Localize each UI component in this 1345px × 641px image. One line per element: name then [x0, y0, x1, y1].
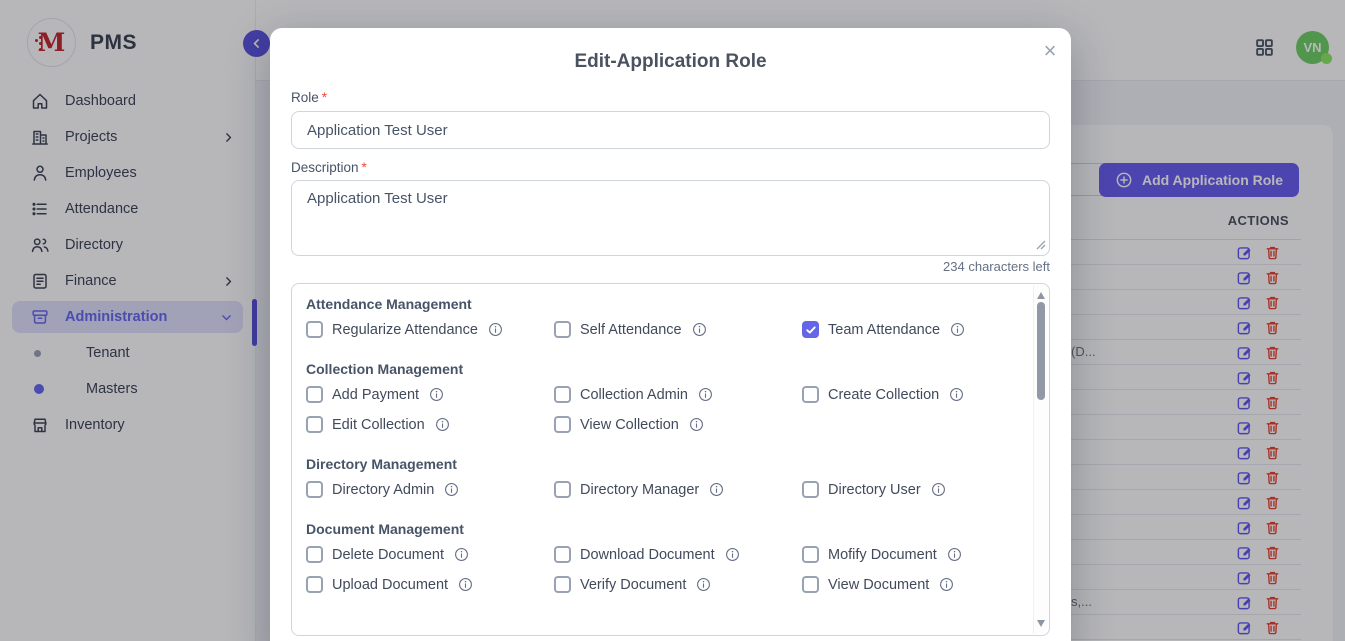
permissions-scrollbar[interactable]	[1033, 285, 1048, 634]
permission-regularize-attendance[interactable]: Regularize Attendance	[306, 321, 554, 338]
required-asterisk: *	[322, 90, 327, 105]
info-icon[interactable]	[698, 387, 713, 402]
info-icon[interactable]	[709, 482, 724, 497]
permission-view-collection[interactable]: View Collection	[554, 416, 802, 433]
checkbox-icon[interactable]	[306, 386, 323, 403]
info-icon[interactable]	[454, 547, 469, 562]
permission-group-attendance-management: Attendance Management Regularize Attenda…	[306, 296, 1019, 338]
info-icon[interactable]	[949, 387, 964, 402]
description-field-label: Description*	[291, 160, 1050, 175]
scroll-up-arrow-icon[interactable]	[1037, 292, 1045, 299]
role-input[interactable]	[291, 111, 1050, 149]
permission-team-attendance[interactable]: Team Attendance	[802, 321, 1019, 338]
permission-label: Mofify Document	[828, 547, 937, 563]
permission-label: View Document	[828, 577, 929, 593]
edit-application-role-modal: Edit-Application Role × Role* Descriptio…	[270, 28, 1071, 641]
permission-label: Directory User	[828, 482, 921, 498]
resize-grip-icon[interactable]	[1036, 240, 1046, 250]
permission-directory-manager[interactable]: Directory Manager	[554, 481, 802, 498]
info-icon[interactable]	[488, 322, 503, 337]
checkbox-icon[interactable]	[306, 416, 323, 433]
permission-download-document[interactable]: Download Document	[554, 546, 802, 563]
permission-self-attendance[interactable]: Self Attendance	[554, 321, 802, 338]
close-icon[interactable]: ×	[1033, 34, 1067, 68]
permission-label: Directory Manager	[580, 482, 699, 498]
info-icon[interactable]	[689, 417, 704, 432]
permission-label: Download Document	[580, 547, 715, 563]
permission-group-title: Attendance Management	[306, 296, 1019, 312]
checkbox-icon[interactable]	[802, 546, 819, 563]
permissions-groups: Attendance Management Regularize Attenda…	[306, 296, 1019, 593]
info-icon[interactable]	[931, 482, 946, 497]
permission-label: Team Attendance	[828, 322, 940, 338]
permission-group-title: Collection Management	[306, 361, 1019, 377]
permission-group-title: Document Management	[306, 521, 1019, 537]
permission-directory-admin[interactable]: Directory Admin	[306, 481, 554, 498]
info-icon[interactable]	[950, 322, 965, 337]
permission-label: Upload Document	[332, 577, 448, 593]
permission-label: Collection Admin	[580, 387, 688, 403]
app-root: VN M PMS DashboardProjectsEmployeesAtten…	[0, 0, 1345, 641]
info-icon[interactable]	[435, 417, 450, 432]
checkbox-icon[interactable]	[802, 481, 819, 498]
checkbox-icon[interactable]	[306, 321, 323, 338]
permission-add-payment[interactable]: Add Payment	[306, 386, 554, 403]
info-icon[interactable]	[429, 387, 444, 402]
info-icon[interactable]	[947, 547, 962, 562]
info-icon[interactable]	[939, 577, 954, 592]
checkbox-icon[interactable]	[554, 546, 571, 563]
characters-left-counter: 234 characters left	[291, 259, 1050, 274]
scroll-down-arrow-icon[interactable]	[1037, 620, 1045, 627]
permission-view-document[interactable]: View Document	[802, 576, 1019, 593]
permission-delete-document[interactable]: Delete Document	[306, 546, 554, 563]
info-icon[interactable]	[458, 577, 473, 592]
checkbox-icon[interactable]	[802, 576, 819, 593]
permission-label: Delete Document	[332, 547, 444, 563]
checkbox-icon[interactable]	[554, 416, 571, 433]
permission-label: Regularize Attendance	[332, 322, 478, 338]
permission-group-collection-management: Collection Management Add Payment Collec…	[306, 361, 1019, 433]
modal-title: Edit-Application Role	[291, 51, 1050, 73]
checkbox-icon[interactable]	[554, 576, 571, 593]
permission-directory-user[interactable]: Directory User	[802, 481, 1019, 498]
info-icon[interactable]	[696, 577, 711, 592]
permission-label: Self Attendance	[580, 322, 682, 338]
checkbox-icon[interactable]	[554, 386, 571, 403]
permission-upload-document[interactable]: Upload Document	[306, 576, 554, 593]
info-icon[interactable]	[444, 482, 459, 497]
permission-mofify-document[interactable]: Mofify Document	[802, 546, 1019, 563]
permission-verify-document[interactable]: Verify Document	[554, 576, 802, 593]
permission-edit-collection[interactable]: Edit Collection	[306, 416, 554, 433]
permission-group-document-management: Document Management Delete Document Down…	[306, 521, 1019, 593]
permissions-panel: Attendance Management Regularize Attenda…	[291, 283, 1050, 636]
permission-label: Directory Admin	[332, 482, 434, 498]
permission-label: Edit Collection	[332, 417, 425, 433]
permission-collection-admin[interactable]: Collection Admin	[554, 386, 802, 403]
permission-group-title: Directory Management	[306, 456, 1019, 472]
permission-label: Add Payment	[332, 387, 419, 403]
permission-group-directory-management: Directory Management Directory Admin Dir…	[306, 456, 1019, 498]
permission-label: View Collection	[580, 417, 679, 433]
info-icon[interactable]	[692, 322, 707, 337]
checkbox-icon[interactable]	[802, 386, 819, 403]
checkbox-icon[interactable]	[306, 576, 323, 593]
checkbox-icon[interactable]	[554, 481, 571, 498]
permission-create-collection[interactable]: Create Collection	[802, 386, 1019, 403]
scrollbar-thumb[interactable]	[1037, 302, 1045, 400]
checkbox-icon[interactable]	[306, 481, 323, 498]
description-textarea[interactable]: Application Test User	[291, 180, 1050, 256]
checkbox-icon[interactable]	[554, 321, 571, 338]
permission-label: Verify Document	[580, 577, 686, 593]
role-field-label: Role*	[291, 90, 1050, 105]
required-asterisk: *	[362, 160, 367, 175]
permission-label: Create Collection	[828, 387, 939, 403]
checkbox-checked-icon[interactable]	[802, 321, 819, 338]
checkbox-icon[interactable]	[306, 546, 323, 563]
info-icon[interactable]	[725, 547, 740, 562]
